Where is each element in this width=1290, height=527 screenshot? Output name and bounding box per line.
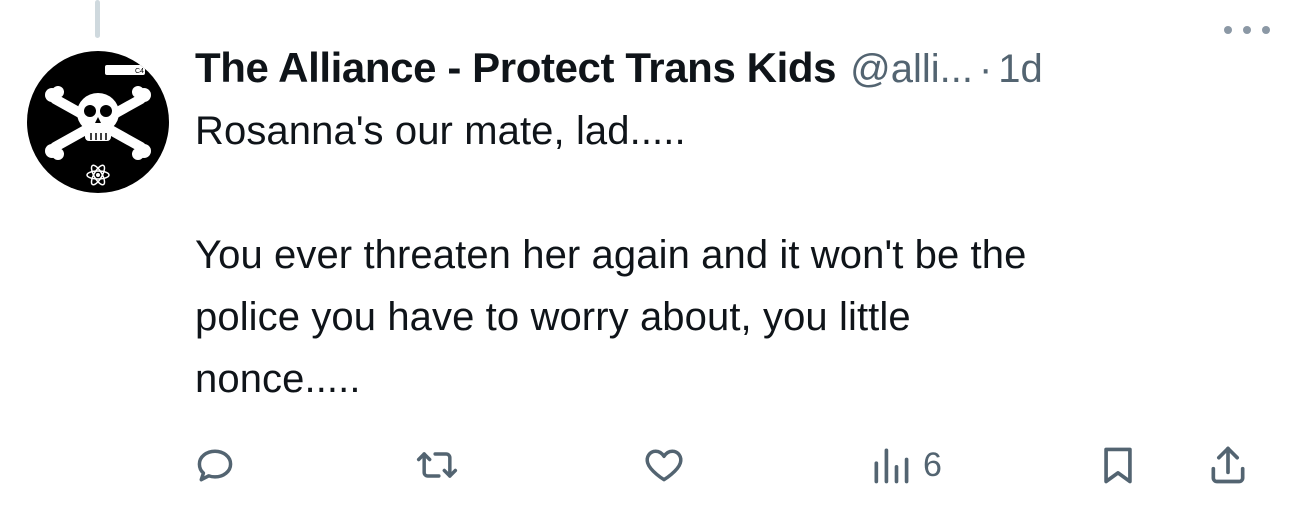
repost-icon <box>416 452 458 478</box>
user-handle[interactable]: @alli... <box>850 47 973 92</box>
views-button[interactable]: 6 <box>869 440 942 490</box>
timestamp[interactable]: 1d <box>998 47 1043 92</box>
tweet-header: The Alliance - Protect Trans Kids @alli.… <box>195 44 1275 104</box>
reply-icon <box>197 449 233 482</box>
share-button[interactable] <box>1206 440 1250 490</box>
separator-dot: · <box>978 47 993 91</box>
views-count: 6 <box>923 445 942 484</box>
avatar-badge-text: C4 <box>135 68 144 75</box>
bookmark-icon <box>1104 447 1132 484</box>
skull-crossbones-icon: C4 <box>45 65 151 186</box>
bookmark-button[interactable] <box>1096 440 1140 490</box>
share-icon <box>1211 446 1245 484</box>
more-options-icon[interactable] <box>1224 20 1270 40</box>
action-bar: 6 <box>193 440 1263 490</box>
like-button[interactable] <box>642 440 686 490</box>
views-icon <box>874 448 909 484</box>
avatar[interactable]: C4 <box>27 51 169 193</box>
repost-button[interactable] <box>415 440 459 490</box>
tweet-text: Rosanna's our mate, lad..... You ever th… <box>195 109 1027 401</box>
display-name[interactable]: The Alliance - Protect Trans Kids <box>195 44 836 92</box>
tweet: The Alliance - Protect Trans Kids @alli.… <box>195 44 1275 410</box>
thread-connector-line <box>95 0 100 38</box>
heart-icon <box>645 449 683 482</box>
reply-button[interactable] <box>193 440 237 490</box>
